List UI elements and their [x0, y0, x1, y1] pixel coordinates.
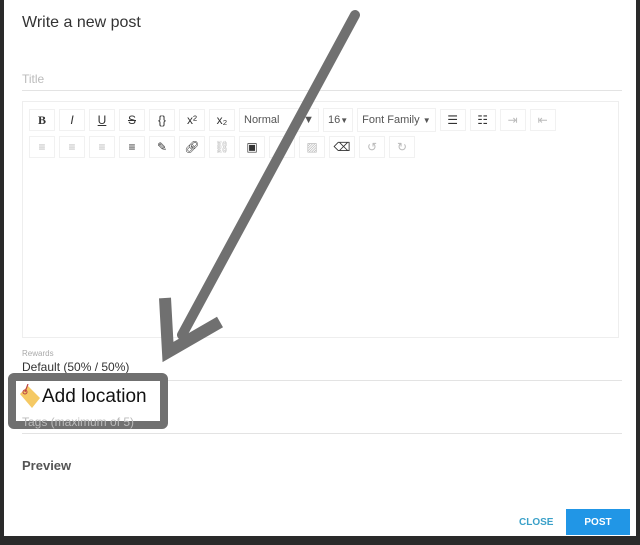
emoji-icon[interactable]: ☺ — [269, 136, 295, 158]
bullet-list-icon[interactable]: ☰ — [439, 109, 466, 131]
chevron-down-icon: ▼ — [303, 114, 314, 126]
post-button[interactable]: POST — [566, 509, 630, 535]
tags-input[interactable]: Tags (maximum of 5) — [22, 413, 622, 434]
rewards-label: Rewards — [22, 349, 54, 358]
chevron-down-icon: ▼ — [340, 115, 349, 125]
toolbar-row-2: ≡ ≡ ≡ ≡ ✎ 🔗︎ ⛓ ▣ ☺ ▨ ⌫ ↺ ↻ — [29, 136, 415, 158]
unlink-icon[interactable]: ⛓ — [209, 136, 235, 158]
outdent-icon[interactable]: ⇤ — [529, 109, 556, 131]
font-size-value: 16 — [328, 114, 341, 126]
color-picker-icon[interactable]: ✎ — [149, 136, 175, 158]
align-left-icon[interactable]: ≡ — [29, 136, 55, 158]
title-placeholder: Title — [22, 72, 45, 86]
preview-heading: Preview — [22, 458, 72, 473]
embed-icon[interactable]: ▣ — [239, 136, 265, 158]
redo-icon[interactable]: ↻ — [389, 136, 415, 158]
image-icon[interactable]: ▨ — [299, 136, 325, 158]
superscript-button[interactable]: x² — [179, 109, 205, 131]
font-family-value: Font Family — [362, 114, 420, 126]
toolbar-row-1: B I U S {} x² x₂ Normal ▼ 16 ▼ Font Family… — [29, 108, 556, 132]
rewards-value: Default (50% / 50%) — [22, 360, 130, 374]
indent-icon[interactable]: ⇥ — [499, 109, 526, 131]
block-format-select[interactable]: Normal ▼ — [239, 108, 319, 132]
link-icon[interactable]: 🔗︎ — [179, 136, 205, 158]
align-center-icon[interactable]: ≡ — [59, 136, 85, 158]
write-post-modal: Write a new post Title B I U S {} x² x₂ … — [4, 0, 636, 536]
font-size-select[interactable]: 16 ▼ — [323, 108, 354, 132]
underline-button[interactable]: U — [89, 109, 115, 131]
modal-title: Write a new post — [22, 14, 141, 31]
add-location-label: Add location — [42, 386, 147, 407]
font-family-select[interactable]: Font Family ▼ — [357, 108, 436, 132]
undo-icon[interactable]: ↺ — [359, 136, 385, 158]
numbered-list-icon[interactable]: ☷ — [469, 109, 496, 131]
bold-button[interactable]: B — [29, 109, 55, 131]
eraser-icon[interactable]: ⌫ — [329, 136, 355, 158]
close-button[interactable]: CLOSE — [519, 517, 553, 528]
code-button[interactable]: {} — [149, 109, 175, 131]
strikethrough-button[interactable]: S — [119, 109, 145, 131]
rich-text-editor[interactable]: B I U S {} x² x₂ Normal ▼ 16 ▼ Font Family… — [22, 101, 619, 338]
tags-placeholder: Tags (maximum of 5) — [22, 415, 135, 429]
justify-icon[interactable]: ≡ — [119, 136, 145, 158]
chevron-down-icon: ▼ — [422, 115, 431, 125]
block-format-value: Normal — [244, 114, 280, 126]
italic-button[interactable]: I — [59, 109, 85, 131]
tag-icon — [20, 384, 40, 408]
align-right-icon[interactable]: ≡ — [89, 136, 115, 158]
subscript-button[interactable]: x₂ — [209, 109, 235, 131]
title-input[interactable]: Title — [22, 70, 622, 91]
